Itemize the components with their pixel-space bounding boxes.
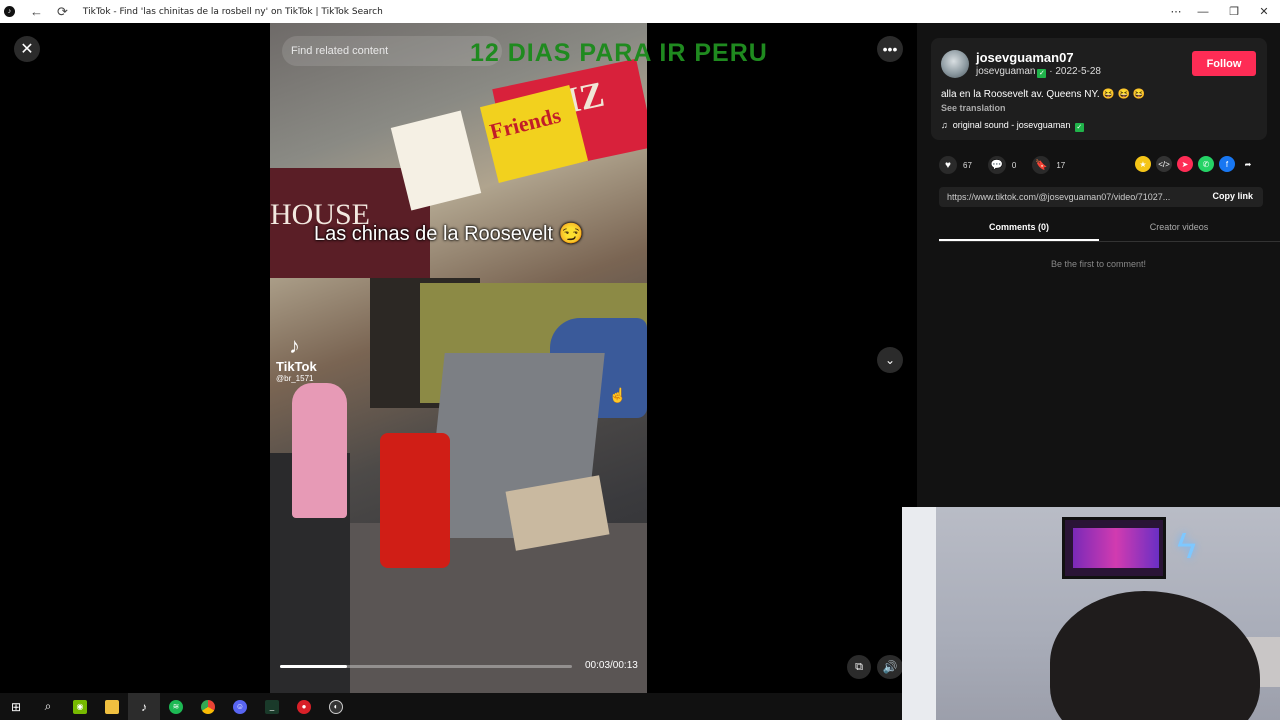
window-titlebar: ♪ ← ⟳ TikTok - Find 'las chinitas de la …	[0, 0, 1280, 23]
file-explorer-icon[interactable]	[96, 693, 128, 720]
chrome-icon[interactable]	[192, 693, 224, 720]
progress-fill	[280, 665, 348, 668]
comment-count: 0	[1011, 160, 1017, 170]
author-handle-line: josevguaman ✓ · 2022-5-28	[976, 66, 1101, 78]
volume-button[interactable]: 🔊	[877, 655, 903, 679]
coin-icon[interactable]: ★	[1135, 156, 1151, 172]
share-arrow-icon[interactable]: ➦	[1240, 156, 1256, 172]
stream-overlay-title: 12 DIAS PARA IR PERU	[470, 39, 768, 67]
video-stage: ✕ HOUSE PIZ Friends Find related content…	[0, 23, 917, 693]
tab-comments[interactable]: Comments (0)	[939, 217, 1099, 241]
panel-tabs: Comments (0) Creator videos	[939, 217, 1280, 242]
video-description: alla en la Roosevelt av. Queens NY. 😆 😆 …	[941, 89, 1146, 100]
video-time: 00:03/00:13	[585, 660, 638, 671]
post-date: 2022-5-28	[1055, 66, 1101, 77]
taskbar: ⊞ ⌕ ◉ ♪ ≋ ☺ _ ● ◐	[0, 693, 902, 720]
sound-link[interactable]: ♫ original sound - josevguaman ✓	[941, 120, 1084, 132]
back-arrow-icon[interactable]: ←	[30, 4, 43, 19]
mini-player-button[interactable]: ⧉	[847, 655, 871, 679]
minimize-button[interactable]: —	[1188, 0, 1218, 23]
webcam-person	[1050, 591, 1260, 720]
video-progress-bar[interactable]	[280, 665, 572, 668]
webcam-overlay: ϟ	[902, 507, 1280, 720]
engagement-stats: ♥ 67 💬 0 🔖 17	[939, 156, 1081, 174]
friends-sign-text: Friends	[487, 102, 564, 145]
webcam-tv-screen	[1073, 528, 1159, 568]
spotify-icon[interactable]: ≋	[160, 693, 192, 720]
facebook-icon[interactable]: f	[1219, 156, 1235, 172]
search-icon[interactable]: ⌕	[32, 693, 64, 720]
other-app-icon[interactable]: ◐	[320, 693, 352, 720]
video-link: https://www.tiktok.com/@josevguaman07/vi…	[947, 192, 1171, 202]
discord-icon[interactable]: ☺	[224, 693, 256, 720]
author-handle[interactable]: josevguaman	[976, 66, 1035, 77]
embed-icon[interactable]: </>	[1156, 156, 1172, 172]
restore-button[interactable]: ❐	[1219, 0, 1249, 23]
reload-icon[interactable]: ⟳	[57, 4, 68, 20]
verified-icon: ✓	[1037, 69, 1047, 78]
whatsapp-icon[interactable]: ✆	[1198, 156, 1214, 172]
empty-comments-message: Be the first to comment!	[1050, 259, 1147, 269]
details-panel: josevguaman07 josevguaman ✓ · 2022-5-28 F…	[917, 23, 1280, 508]
see-translation-link[interactable]: See translation	[941, 103, 1006, 113]
tiktok-watermark: ♪ TikTok @br_1571	[276, 333, 317, 383]
send-icon[interactable]: ➤	[1177, 156, 1193, 172]
tiktok-taskbar-icon[interactable]: ♪	[128, 693, 160, 720]
next-video-button[interactable]: ⌄	[877, 347, 903, 373]
comment-icon[interactable]: 💬	[987, 156, 1006, 174]
more-options-button[interactable]: •••	[877, 36, 903, 62]
like-count: 67	[963, 160, 972, 170]
lightning-bolt-icon: ϟ	[1177, 525, 1197, 566]
save-stat[interactable]: 🔖 17	[1032, 156, 1065, 174]
tab-creator-videos[interactable]: Creator videos	[1099, 217, 1259, 241]
music-note-icon: ♫	[941, 120, 948, 130]
comment-stat[interactable]: 💬 0	[987, 156, 1017, 174]
windows-start-icon[interactable]: ⊞	[0, 693, 32, 720]
scene-pedestrian	[292, 383, 347, 518]
webcam-door	[902, 507, 936, 720]
verified-icon: ✓	[1074, 123, 1084, 132]
find-related-content-button[interactable]: Find related content	[282, 36, 502, 66]
author-card: josevguaman07 josevguaman ✓ · 2022-5-28 F…	[931, 38, 1267, 140]
hand-cursor-icon: ☝	[609, 387, 627, 403]
video-player[interactable]: HOUSE PIZ Friends Find related content L…	[270, 23, 647, 693]
share-icons: ★ </> ➤ ✆ f ➦	[1135, 156, 1261, 172]
save-count: 17	[1056, 160, 1066, 170]
heart-icon[interactable]: ♥	[939, 156, 957, 174]
window-title: TikTok - Find 'las chinitas de la rosbel…	[82, 6, 383, 17]
window-more-button[interactable]: ⋯	[1161, 0, 1191, 23]
terminal-icon[interactable]: _	[256, 693, 288, 720]
watermark-brand: TikTok	[276, 359, 317, 374]
video-caption: Las chinas de la Roosevelt 😏	[314, 223, 584, 245]
watermark-user: @br_1571	[276, 374, 314, 383]
tiktok-app-icon: ♪	[4, 6, 15, 17]
bookmark-icon[interactable]: 🔖	[1032, 156, 1051, 174]
like-stat[interactable]: ♥ 67	[939, 156, 972, 174]
close-video-button[interactable]: ✕	[14, 36, 40, 62]
close-window-button[interactable]: ✕	[1249, 0, 1279, 23]
video-link-box[interactable]: https://www.tiktok.com/@josevguaman07/vi…	[939, 187, 1263, 207]
tiktok-logo-icon: ♪	[289, 333, 300, 358]
webcam-tv	[1062, 517, 1166, 579]
author-username[interactable]: josevguaman07	[976, 50, 1074, 65]
copy-link-button[interactable]: Copy link	[1212, 191, 1253, 201]
obs-icon[interactable]: ●	[288, 693, 320, 720]
sound-name: original sound - josevguaman	[952, 120, 1071, 130]
follow-button[interactable]: Follow	[1192, 51, 1256, 76]
nvidia-icon[interactable]: ◉	[64, 693, 96, 720]
scene-red-container	[380, 433, 450, 568]
author-avatar[interactable]	[941, 50, 969, 78]
